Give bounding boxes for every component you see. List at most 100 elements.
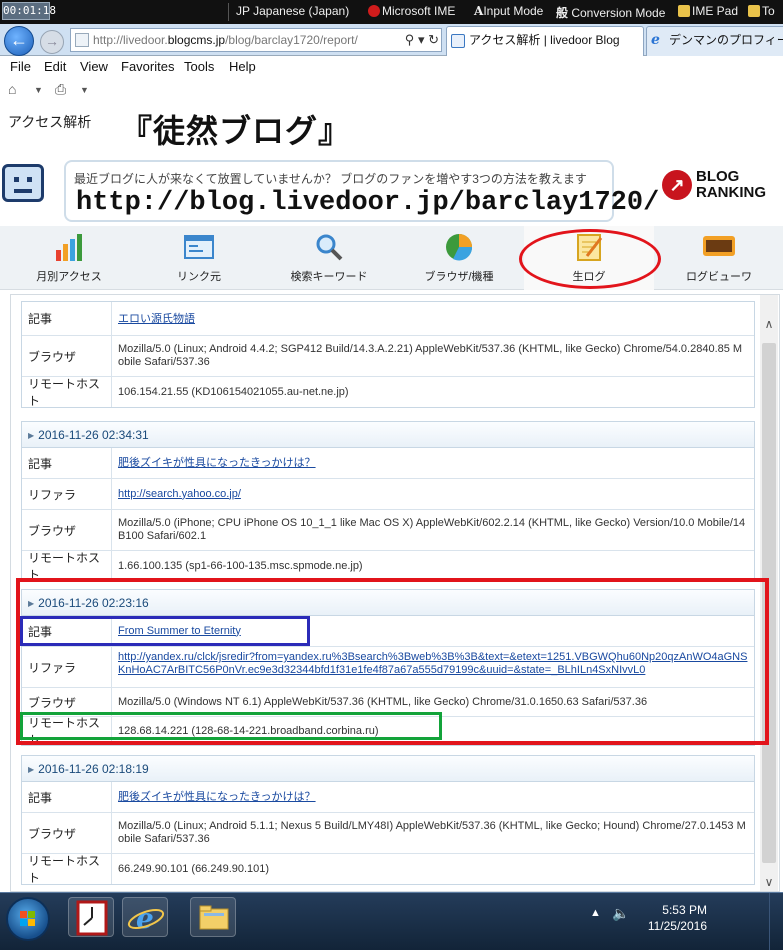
- log-row-remote-host: リモートホスト 1.66.100.135 (sp1-66-100-135.msc…: [22, 551, 754, 582]
- tab-monthly-access[interactable]: 月別アクセス: [4, 226, 134, 290]
- highlight-oval-annotation: [519, 229, 661, 289]
- scroll-down-icon[interactable]: ∨: [760, 873, 778, 891]
- show-hidden-icons-icon[interactable]: ▲: [590, 907, 601, 919]
- row-value: 1.66.100.135 (sp1-66-100-135.msc.spmode.…: [118, 559, 363, 572]
- clock-time: 5:53 PM: [662, 903, 707, 917]
- tab-referrer[interactable]: リンク元: [134, 226, 264, 290]
- article-link[interactable]: 肥後ズイキが性具になったきっかけは？: [118, 791, 316, 804]
- conversion-mode-button[interactable]: 般 Conversion Mode: [556, 4, 665, 21]
- menu-bar: File Edit View Favorites Tools Help: [0, 57, 783, 77]
- magnifier-icon: [316, 234, 343, 261]
- row-key: 記事: [22, 448, 112, 478]
- start-button[interactable]: [6, 897, 50, 941]
- article-link[interactable]: 肥後ズイキが性具になったきっかけは？: [118, 457, 316, 470]
- highlight-box-green: [20, 712, 442, 740]
- separator: [228, 3, 229, 21]
- internet-explorer-icon: e: [127, 902, 165, 935]
- home-icon[interactable]: ⌂: [8, 81, 16, 97]
- menu-help[interactable]: Help: [229, 59, 256, 74]
- row-key: リモートホスト: [22, 377, 112, 408]
- promo-url[interactable]: http://blog.livedoor.jp/barclay1720/: [76, 188, 659, 218]
- ime-pad-icon: [678, 5, 690, 17]
- log-entry: ▶ 2016-11-26 02:34:31 記事 肥後ズイキが性具になったきっかけ…: [21, 421, 755, 582]
- taskbar-clock-app[interactable]: [68, 897, 114, 937]
- chevron-down-icon[interactable]: ▼: [34, 85, 43, 95]
- menu-favorites[interactable]: Favorites: [121, 59, 174, 74]
- triangle-icon: ▶: [28, 765, 35, 774]
- dropdown-icon[interactable]: ▾: [418, 32, 425, 47]
- address-host: blogcms.jp: [167, 33, 226, 47]
- refresh-icon[interactable]: ↻: [428, 32, 439, 47]
- row-value: Mozilla/5.0 (iPhone; CPU iPhone OS 10_1_…: [118, 517, 746, 542]
- address-path: /blog/barclay1720/report/: [225, 33, 358, 47]
- browser-navigation-bar: ← → http://livedoor.blogcms.jp/blog/barc…: [0, 24, 783, 56]
- tab-label: ブラウザ/機種: [424, 271, 494, 283]
- article-link[interactable]: エロい源氏物語: [118, 313, 195, 326]
- tools-button[interactable]: To: [748, 4, 775, 18]
- promo-banner[interactable]: 最近ブログに人が来なくて放置していませんか？ ブログのファンを増やす3つの方法を…: [0, 158, 783, 228]
- highlight-box-blue: [20, 616, 310, 646]
- tab-label: リンク元: [177, 271, 221, 283]
- tab-browser-device[interactable]: ブラウザ/機種: [394, 226, 524, 290]
- tab-access-analysis[interactable]: アクセス解析 | livedoor Blog: [446, 26, 644, 56]
- ime-button[interactable]: Microsoft IME: [368, 4, 455, 18]
- row-key: ブラウザ: [22, 336, 112, 376]
- scroll-up-icon[interactable]: ∧: [760, 315, 778, 333]
- log-row-browser: ブラウザ Mozilla/5.0 (iPhone; CPU iPhone OS …: [22, 510, 754, 551]
- tools-icon: [748, 5, 760, 17]
- taskbar-internet-explorer[interactable]: e: [122, 897, 168, 937]
- blog-title: 『徒然ブログ』: [120, 112, 352, 150]
- row-key: 記事: [22, 782, 112, 812]
- tab-search-keywords[interactable]: 検索キーワード: [264, 226, 394, 290]
- back-button[interactable]: ←: [4, 26, 34, 56]
- triangle-icon: ▶: [28, 431, 35, 440]
- log-datetime: 2016-11-26 02:18:19: [38, 762, 149, 776]
- speaker-icon[interactable]: 🔈: [612, 905, 629, 922]
- chevron-down-icon[interactable]: ▼: [80, 85, 89, 95]
- blog-ranking-logo[interactable]: ↗ BLOG RANKING: [660, 168, 775, 204]
- row-key: ブラウザ: [22, 510, 112, 550]
- log-row-article: 記事 肥後ズイキが性具になったきっかけは？: [22, 782, 754, 813]
- menu-view[interactable]: View: [80, 59, 108, 74]
- search-icon[interactable]: ⚲: [405, 32, 415, 47]
- access-analysis-heading: アクセス解析: [8, 114, 92, 130]
- input-mode-icon: A: [474, 4, 484, 18]
- address-tools: ⚲ ▾ ↻: [400, 29, 439, 51]
- referrer-link[interactable]: http://search.yahoo.co.jp/: [118, 488, 241, 501]
- input-mode-button[interactable]: AInput Mode: [474, 4, 543, 18]
- ranking-disk-icon: ↗: [662, 170, 692, 200]
- log-row-article: 記事 エロい源氏物語: [22, 302, 754, 336]
- menu-file[interactable]: File: [10, 59, 31, 74]
- log-entry-header[interactable]: ▶ 2016-11-26 02:34:31: [22, 422, 754, 448]
- tab-label: ログビューワ: [686, 271, 752, 283]
- conversion-mode-label: Conversion Mode: [571, 6, 666, 20]
- clock-app-icon: [76, 900, 108, 936]
- menu-tools[interactable]: Tools: [184, 59, 214, 74]
- row-value: Mozilla/5.0 (Linux; Android 5.1.1; Nexus…: [118, 820, 746, 845]
- taskbar-file-explorer[interactable]: [190, 897, 236, 937]
- log-entry-header[interactable]: ▶ 2016-11-26 02:18:19: [22, 756, 754, 782]
- language-selector[interactable]: JP Japanese (Japan): [236, 4, 349, 18]
- tab-profile[interactable]: e デンマンのプロフィール: [646, 26, 783, 56]
- row-value: 66.249.90.101 (66.249.90.101): [118, 862, 270, 875]
- log-entry: 記事 エロい源氏物語 ブラウザ Mozilla/5.0 (Linux; Andr…: [21, 301, 755, 408]
- folder-icon: [199, 905, 229, 930]
- ranking-line2: RANKING: [696, 184, 766, 201]
- log-datetime: 2016-11-26 02:34:31: [38, 428, 149, 442]
- address-bar[interactable]: http://livedoor.blogcms.jp/blog/barclay1…: [70, 28, 442, 52]
- pie-chart-icon: [446, 234, 473, 261]
- forward-button[interactable]: →: [40, 30, 64, 54]
- tab-log-viewer[interactable]: ログビューワ: [654, 226, 783, 290]
- taskbar: e ▲ 🔈 5:53 PM 11/25/2016: [0, 892, 783, 950]
- conversion-mode-icon: 般: [556, 6, 572, 20]
- log-viewer-logo-icon: [703, 236, 735, 256]
- ime-label: Microsoft IME: [382, 4, 456, 18]
- ime-pad-button[interactable]: IME Pad: [678, 4, 738, 18]
- system-clock[interactable]: 5:53 PM 11/25/2016: [648, 902, 707, 934]
- show-desktop-button[interactable]: [769, 893, 783, 950]
- row-value: Mozilla/5.0 (Linux; Android 4.4.2; SGP41…: [118, 343, 743, 368]
- ie-favicon-icon: e: [651, 32, 660, 48]
- print-icon[interactable]: ⎙: [55, 81, 66, 98]
- row-key: 記事: [22, 302, 112, 335]
- menu-edit[interactable]: Edit: [44, 59, 66, 74]
